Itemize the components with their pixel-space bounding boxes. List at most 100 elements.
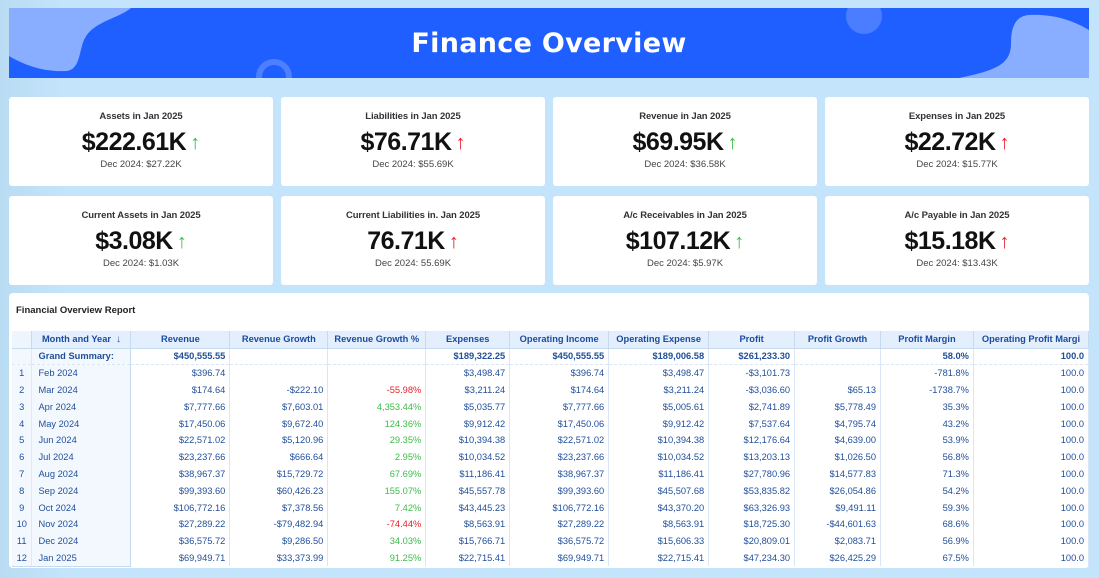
kpi-previous-value: Dec 2024: $1.03K bbox=[102, 258, 180, 269]
month-cell: Feb 2024 bbox=[31, 364, 132, 382]
column-header-profit-growth[interactable]: Profit Growth bbox=[794, 331, 882, 349]
table-row[interactable]: 5 Jun 2024 $22,571.02 $5,120.96 29.35% $10,39… bbox=[12, 431, 1089, 449]
table-cell: $7,777.66 bbox=[509, 398, 610, 416]
kpi-label: Current Assets in Jan 2025 bbox=[81, 210, 201, 221]
table-cell: $20,809.01 bbox=[708, 532, 796, 550]
report-title: Financial Overview Report bbox=[16, 305, 136, 316]
table-cell: -$222.10 bbox=[229, 381, 329, 399]
table-cell: 56.9% bbox=[880, 532, 974, 550]
column-header-revenue-growth[interactable]: Revenue Growth % bbox=[327, 331, 427, 349]
table-cell: $99,393.60 bbox=[130, 482, 231, 500]
table-cell: 7.42% bbox=[327, 499, 427, 516]
table-cell: 100.0 bbox=[973, 549, 1089, 567]
row-index: 1 bbox=[12, 364, 33, 382]
kpi-value: 76.71K bbox=[367, 227, 445, 255]
table-cell: $9,491.11 bbox=[794, 499, 882, 516]
table-cell: $8,563.91 bbox=[608, 515, 710, 533]
column-header-label: Profit bbox=[739, 334, 764, 345]
table-cell bbox=[794, 364, 882, 382]
column-header-label: Operating Profit Margi bbox=[981, 334, 1081, 345]
column-header-operating-expense[interactable]: Operating Expense bbox=[608, 331, 710, 349]
month-cell: Mar 2024 bbox=[31, 381, 132, 399]
table-cell: $63,326.93 bbox=[708, 499, 796, 516]
table-row[interactable]: 10 Nov 2024 $27,289.22 -$79,482.94 -74.44% $8… bbox=[12, 515, 1089, 533]
kpi-value-row: $76.71K ↑ bbox=[360, 128, 465, 157]
column-header-revenue[interactable]: Revenue bbox=[130, 331, 231, 349]
table-row[interactable]: 12 Jan 2025 $69,949.71 $33,373.99 91.25% $22,… bbox=[12, 549, 1089, 567]
table-cell: $14,577.83 bbox=[794, 465, 882, 483]
table-cell: $1,026.50 bbox=[794, 448, 882, 466]
column-header-profit-margin[interactable]: Profit Margin bbox=[880, 331, 974, 349]
column-header-revenue-growth[interactable]: Revenue Growth bbox=[229, 331, 329, 349]
table-cell: $27,289.22 bbox=[130, 515, 231, 533]
column-header-profit[interactable]: Profit bbox=[708, 331, 796, 349]
row-index: 8 bbox=[12, 482, 33, 500]
table-cell: $47,234.30 bbox=[708, 549, 796, 567]
table-cell: $3,211.24 bbox=[425, 381, 511, 399]
summary-cell: $261,233.30 bbox=[708, 348, 796, 366]
table-cell: $13,203.13 bbox=[708, 448, 796, 466]
column-header-month-and-year[interactable]: Month and Year ↓ bbox=[31, 331, 132, 349]
table-row[interactable]: 8 Sep 2024 $99,393.60 $60,426.23 155.07% $45,… bbox=[12, 482, 1089, 500]
report-table: Month and Year ↓ Revenue Revenue Growth Reve… bbox=[12, 331, 1089, 567]
kpi-previous-value: Dec 2024: $5.97K bbox=[646, 258, 724, 269]
table-cell: 34.03% bbox=[327, 532, 427, 550]
kpi-card-0[interactable]: Assets in Jan 2025 $222.61K ↑ Dec 2024: … bbox=[9, 97, 273, 186]
table-cell: $3,498.47 bbox=[608, 364, 710, 382]
table-row[interactable]: 1 Feb 2024 $396.74 $3,498.47 $396.74 $3,498.4… bbox=[12, 364, 1089, 382]
table-cell: $69,949.71 bbox=[130, 549, 231, 567]
table-cell: $106,772.16 bbox=[130, 499, 231, 516]
grand-summary-row: Grand Summary: $450,555.55 $189,322.25 $450… bbox=[12, 348, 1089, 366]
table-row[interactable]: 6 Jul 2024 $23,237.66 $666.64 2.95% $10,034.5… bbox=[12, 448, 1089, 466]
table-cell: $22,715.41 bbox=[608, 549, 710, 567]
table-cell: $174.64 bbox=[509, 381, 610, 399]
table-cell: $99,393.60 bbox=[509, 482, 610, 500]
column-header-label: Expenses bbox=[446, 334, 490, 345]
kpi-card-4[interactable]: Current Assets in Jan 2025 $3.08K ↑ Dec … bbox=[9, 196, 273, 285]
summary-cell bbox=[229, 348, 329, 366]
table-cell: $5,120.96 bbox=[229, 431, 329, 449]
table-cell: $23,237.66 bbox=[130, 448, 231, 466]
table-cell: $7,777.66 bbox=[130, 398, 231, 416]
summary-cell: 58.0% bbox=[880, 348, 974, 366]
table-cell: 2.95% bbox=[327, 448, 427, 466]
trend-up-arrow-icon: ↑ bbox=[727, 131, 738, 154]
sort-descending-icon[interactable]: ↓ bbox=[116, 334, 121, 345]
table-cell: $10,034.52 bbox=[425, 448, 511, 466]
kpi-previous-value: Dec 2024: 55.69K bbox=[374, 258, 452, 269]
kpi-value: $69.95K bbox=[632, 128, 724, 156]
kpi-card-6[interactable]: A/c Receivables in Jan 2025 $107.12K ↑ D… bbox=[553, 196, 817, 285]
table-row[interactable]: 3 Apr 2024 $7,777.66 $7,603.01 4,353.44% $5,0… bbox=[12, 398, 1089, 416]
table-cell bbox=[229, 364, 329, 382]
table-row[interactable]: 7 Aug 2024 $38,967.37 $15,729.72 67.69% $11,1… bbox=[12, 465, 1089, 483]
table-cell: $12,176.64 bbox=[708, 431, 796, 449]
table-cell: $45,507.68 bbox=[608, 482, 710, 500]
table-cell: 29.35% bbox=[327, 431, 427, 449]
report-table-container[interactable]: Month and Year ↓ Revenue Revenue Growth Reve… bbox=[12, 331, 1089, 567]
table-row[interactable]: 9 Oct 2024 $106,772.16 $7,378.56 7.42% $43,44… bbox=[12, 499, 1089, 516]
trend-up-arrow-icon: ↑ bbox=[455, 131, 466, 154]
kpi-card-7[interactable]: A/c Payable in Jan 2025 $15.18K ↑ Dec 20… bbox=[825, 196, 1089, 285]
row-index: 9 bbox=[12, 499, 33, 516]
table-cell: $43,445.23 bbox=[425, 499, 511, 516]
column-header-expenses[interactable]: Expenses bbox=[425, 331, 511, 349]
table-cell: 54.2% bbox=[880, 482, 974, 500]
table-row[interactable]: 11 Dec 2024 $36,575.72 $9,286.50 34.03% $15,7… bbox=[12, 532, 1089, 550]
summary-cell: 100.0 bbox=[973, 348, 1089, 366]
kpi-card-2[interactable]: Revenue in Jan 2025 $69.95K ↑ Dec 2024: … bbox=[553, 97, 817, 186]
column-header-operating-profit-margi[interactable]: Operating Profit Margi bbox=[973, 331, 1089, 349]
kpi-card-5[interactable]: Current Liabilities in. Jan 2025 76.71K … bbox=[281, 196, 545, 285]
table-cell: $9,286.50 bbox=[229, 532, 329, 550]
kpi-card-3[interactable]: Expenses in Jan 2025 $22.72K ↑ Dec 2024:… bbox=[825, 97, 1089, 186]
kpi-value: $76.71K bbox=[360, 128, 452, 156]
column-header-operating-income[interactable]: Operating Income bbox=[509, 331, 610, 349]
column-header-label: Month and Year bbox=[41, 333, 111, 344]
table-cell: $666.64 bbox=[229, 448, 329, 466]
month-cell: May 2024 bbox=[31, 415, 132, 432]
column-header-label: Revenue Growth % bbox=[334, 334, 420, 345]
kpi-card-1[interactable]: Liabilities in Jan 2025 $76.71K ↑ Dec 20… bbox=[281, 97, 545, 186]
table-row[interactable]: 4 May 2024 $17,450.06 $9,672.40 124.36% $9,91… bbox=[12, 415, 1089, 432]
column-header-label: Operating Income bbox=[519, 334, 599, 345]
table-cell: $36,575.72 bbox=[130, 532, 231, 550]
table-row[interactable]: 2 Mar 2024 $174.64 -$222.10 -55.98% $3,211.24… bbox=[12, 381, 1089, 399]
